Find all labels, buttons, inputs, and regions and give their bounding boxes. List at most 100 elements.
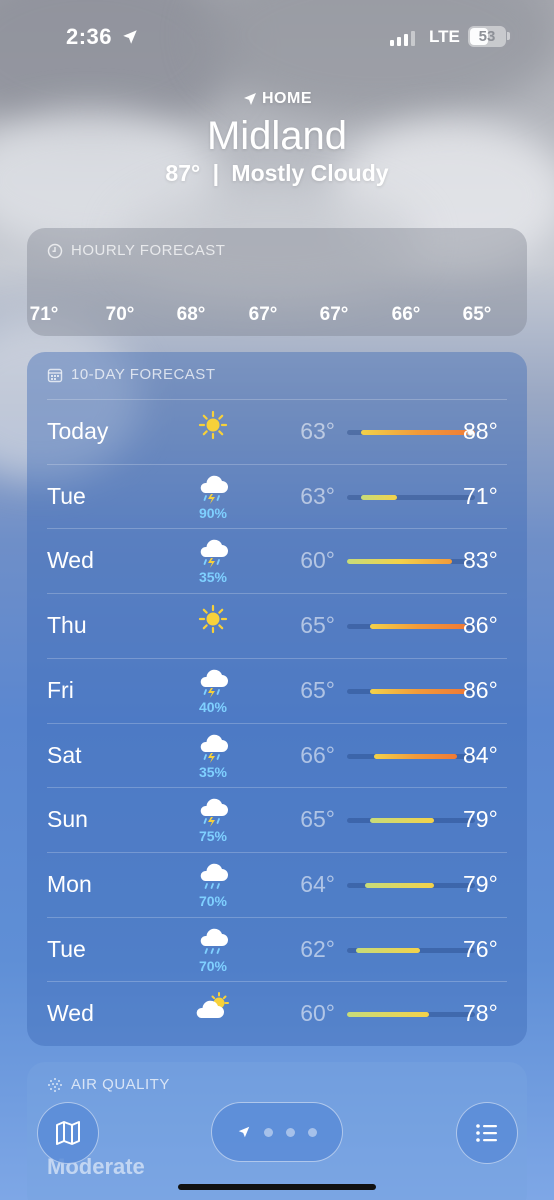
temperature-range-bar bbox=[356, 947, 421, 953]
hourly-temp: 67° bbox=[248, 304, 278, 325]
clock-icon bbox=[47, 243, 63, 258]
temperature-range-track bbox=[347, 818, 475, 824]
forecast-high: 76° bbox=[463, 935, 498, 962]
temperature-range-bar bbox=[369, 818, 434, 824]
status-bar: 2:36 LTE 53 bbox=[0, 0, 554, 78]
temperature-range-track bbox=[347, 624, 475, 630]
precip-chance: 40% bbox=[198, 698, 228, 715]
ten-day-forecast-card[interactable]: 10-DAY FORECAST Today 63° 88° Tue 90% 63° 71° W… bbox=[27, 352, 527, 1046]
map-icon bbox=[56, 1121, 80, 1145]
forecast-low: 66° bbox=[300, 741, 335, 768]
forecast-high: 83° bbox=[463, 547, 498, 574]
page-dot[interactable] bbox=[264, 1127, 273, 1137]
home-indicator[interactable] bbox=[178, 1184, 376, 1190]
list-icon bbox=[476, 1124, 497, 1142]
forecast-high: 86° bbox=[463, 676, 498, 703]
map-button[interactable] bbox=[37, 1102, 99, 1164]
temperature-range-track bbox=[347, 947, 475, 953]
thunderstorm-icon bbox=[200, 540, 228, 569]
temperature-range-bar bbox=[369, 624, 466, 630]
forecast-low: 60° bbox=[300, 1000, 335, 1027]
thunderstorm-icon bbox=[200, 475, 228, 504]
forecast-row[interactable]: Thu 65° 86° bbox=[47, 593, 507, 657]
current-weather-header: HOME Midland 87° | Mostly Cloudy bbox=[0, 90, 554, 187]
current-temperature: 87° bbox=[165, 160, 201, 186]
temperature-range-track bbox=[347, 753, 475, 759]
temperature-range-track bbox=[347, 882, 475, 888]
precip-chance: 70% bbox=[198, 957, 228, 974]
hourly-temps: 71° 70° 68° 67° 67° 66° 65° bbox=[27, 304, 527, 328]
forecast-high: 78° bbox=[463, 1000, 498, 1027]
precip-chance: 75% bbox=[198, 828, 228, 845]
current-summary: 87° | Mostly Cloudy bbox=[0, 160, 554, 187]
location-arrow-icon bbox=[123, 30, 137, 44]
temperature-range-track bbox=[347, 688, 475, 694]
temperature-range-bar bbox=[347, 1012, 430, 1018]
ten-day-forecast-title: 10-DAY FORECAST bbox=[47, 366, 215, 383]
location-arrow-icon bbox=[244, 93, 256, 105]
temperature-range-track bbox=[347, 1012, 475, 1018]
partly-sunny-icon bbox=[196, 992, 229, 1019]
hourly-temp: 66° bbox=[391, 304, 421, 325]
precip-chance: 35% bbox=[198, 569, 228, 586]
forecast-row[interactable]: Sun 75% 65° 79° bbox=[47, 787, 507, 851]
forecast-day: Sun bbox=[47, 806, 88, 833]
hourly-forecast-title: HOURLY FORECAST bbox=[47, 242, 225, 259]
thunderstorm-icon bbox=[200, 734, 228, 763]
battery-icon: 53 bbox=[468, 26, 506, 47]
hourly-forecast-label: HOURLY FORECAST bbox=[71, 242, 226, 259]
forecast-high: 84° bbox=[463, 741, 498, 768]
forecast-low: 65° bbox=[300, 676, 335, 703]
location-label: HOME bbox=[262, 90, 312, 107]
temperature-range-bar bbox=[369, 688, 466, 694]
hourly-temp: 71° bbox=[29, 304, 59, 325]
forecast-high: 79° bbox=[463, 806, 498, 833]
forecast-row[interactable]: Wed 35% 60° 83° bbox=[47, 528, 507, 592]
forecast-row[interactable]: Sat 35% 66° 84° bbox=[47, 722, 507, 787]
temperature-range-track bbox=[347, 494, 475, 500]
forecast-low: 63° bbox=[300, 418, 335, 444]
location-pager[interactable] bbox=[211, 1102, 343, 1162]
forecast-row[interactable]: Wed 60° 78° bbox=[47, 981, 507, 1045]
hourly-temp: 67° bbox=[319, 304, 349, 325]
temperature-range-bar bbox=[365, 882, 434, 888]
forecast-high: 71° bbox=[463, 482, 498, 509]
forecast-row[interactable]: Tue 90% 63° 71° bbox=[47, 463, 507, 528]
thunderstorm-icon bbox=[200, 798, 228, 828]
network-type: LTE bbox=[429, 27, 460, 46]
hourly-temp: 70° bbox=[105, 304, 135, 325]
page-dot[interactable] bbox=[308, 1127, 317, 1137]
hourly-temp: 68° bbox=[176, 304, 206, 325]
temperature-range-bar bbox=[374, 753, 457, 759]
forecast-high: 86° bbox=[463, 612, 498, 639]
summary-separator: | bbox=[212, 160, 220, 186]
current-location-arrow-icon bbox=[238, 1126, 250, 1138]
forecast-low: 65° bbox=[300, 612, 335, 639]
forecast-low: 65° bbox=[300, 806, 335, 833]
forecast-day: Fri bbox=[47, 676, 74, 703]
temperature-range-track bbox=[347, 429, 475, 436]
hourly-forecast-card[interactable]: HOURLY FORECAST 71° 70° 68° 67° 67° 66° 65° bbox=[27, 228, 527, 336]
rain-icon bbox=[200, 863, 228, 889]
current-condition: Mostly Cloudy bbox=[231, 160, 389, 186]
precip-chance: 70% bbox=[198, 892, 228, 909]
status-time: 2:36 bbox=[66, 24, 113, 49]
forecast-row[interactable]: Fri 40% 65° 86° bbox=[47, 657, 507, 722]
forecast-row[interactable]: Tue 70% 62° 76° bbox=[47, 916, 507, 981]
forecast-row[interactable]: Today 63° 88° bbox=[47, 399, 507, 463]
forecast-day: Sat bbox=[47, 741, 82, 768]
forecast-low: 64° bbox=[300, 870, 335, 897]
forecast-row[interactable]: Mon 70% 64° 79° bbox=[47, 851, 507, 916]
page-dot[interactable] bbox=[286, 1127, 295, 1137]
location-label-row: HOME bbox=[0, 90, 554, 108]
temperature-range-bar bbox=[360, 430, 475, 435]
thunderstorm-icon bbox=[200, 669, 228, 698]
forecast-high: 88° bbox=[463, 418, 498, 444]
forecast-day: Tue bbox=[47, 482, 86, 509]
forecast-high: 79° bbox=[463, 870, 498, 897]
location-list-button[interactable] bbox=[456, 1102, 518, 1164]
temperature-range-bar bbox=[347, 559, 453, 565]
rain-icon bbox=[200, 928, 228, 954]
air-quality-title: AIR QUALITY bbox=[47, 1076, 170, 1093]
temperature-range-track bbox=[347, 559, 475, 565]
